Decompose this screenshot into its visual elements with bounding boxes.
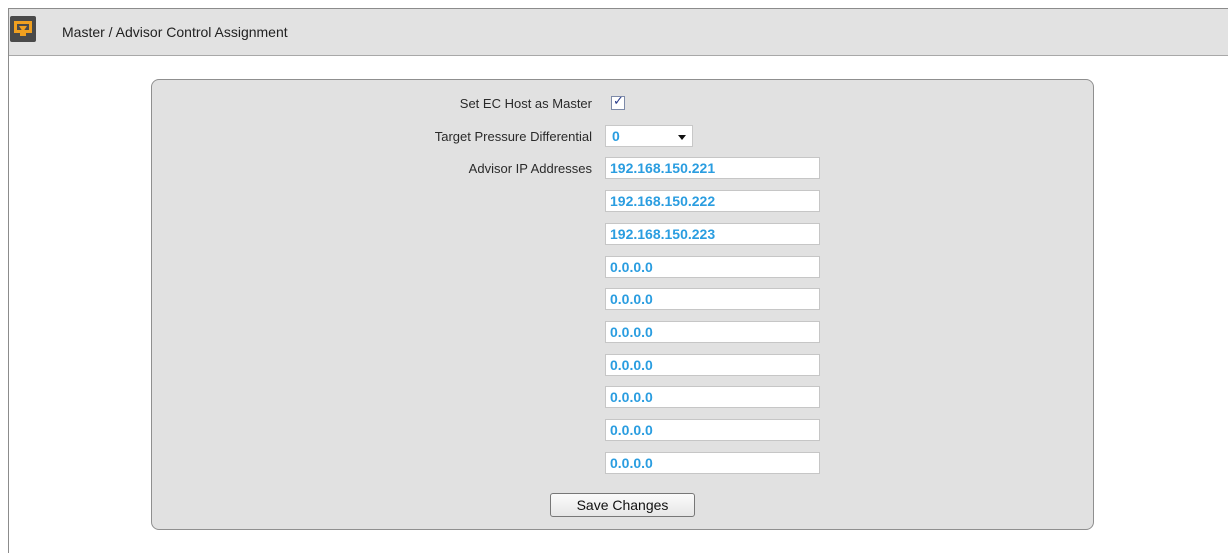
master-label: Set EC Host as Master xyxy=(459,96,592,111)
advisor-ip-input-9[interactable]: 0.0.0.0 xyxy=(605,419,820,441)
advisor-ip-input-1[interactable]: 192.168.150.221 xyxy=(605,157,820,179)
advisor-ip-input-5[interactable]: 0.0.0.0 xyxy=(605,288,820,310)
advisor-ip-label: Advisor IP Addresses xyxy=(468,161,592,176)
pressure-differential-select[interactable]: 0 xyxy=(605,125,693,147)
advisor-ip-input-4[interactable]: 0.0.0.0 xyxy=(605,256,820,278)
page-title: Master / Advisor Control Assignment xyxy=(62,24,288,40)
settings-panel: Set EC Host as Master ✓ Target Pressure … xyxy=(151,79,1094,530)
advisor-ip-input-2[interactable]: 192.168.150.222 xyxy=(605,190,820,212)
window-frame: Master / Advisor Control Assignment Set … xyxy=(8,8,1228,553)
set-master-checkbox[interactable]: ✓ xyxy=(611,94,625,110)
title-bar: Master / Advisor Control Assignment xyxy=(9,9,1228,56)
advisor-ip-input-8[interactable]: 0.0.0.0 xyxy=(605,386,820,408)
pressure-label: Target Pressure Differential xyxy=(434,129,592,144)
pressure-value: 0 xyxy=(612,128,620,144)
save-changes-button[interactable]: Save Changes xyxy=(550,493,695,517)
advisor-ip-input-3[interactable]: 192.168.150.223 xyxy=(605,223,820,245)
advisor-ip-input-7[interactable]: 0.0.0.0 xyxy=(605,354,820,376)
advisor-ip-input-10[interactable]: 0.0.0.0 xyxy=(605,452,820,474)
chevron-down-icon xyxy=(678,135,686,140)
checkmark-icon: ✓ xyxy=(613,94,624,109)
advisor-ip-input-6[interactable]: 0.0.0.0 xyxy=(605,321,820,343)
monitor-download-icon xyxy=(10,16,36,42)
